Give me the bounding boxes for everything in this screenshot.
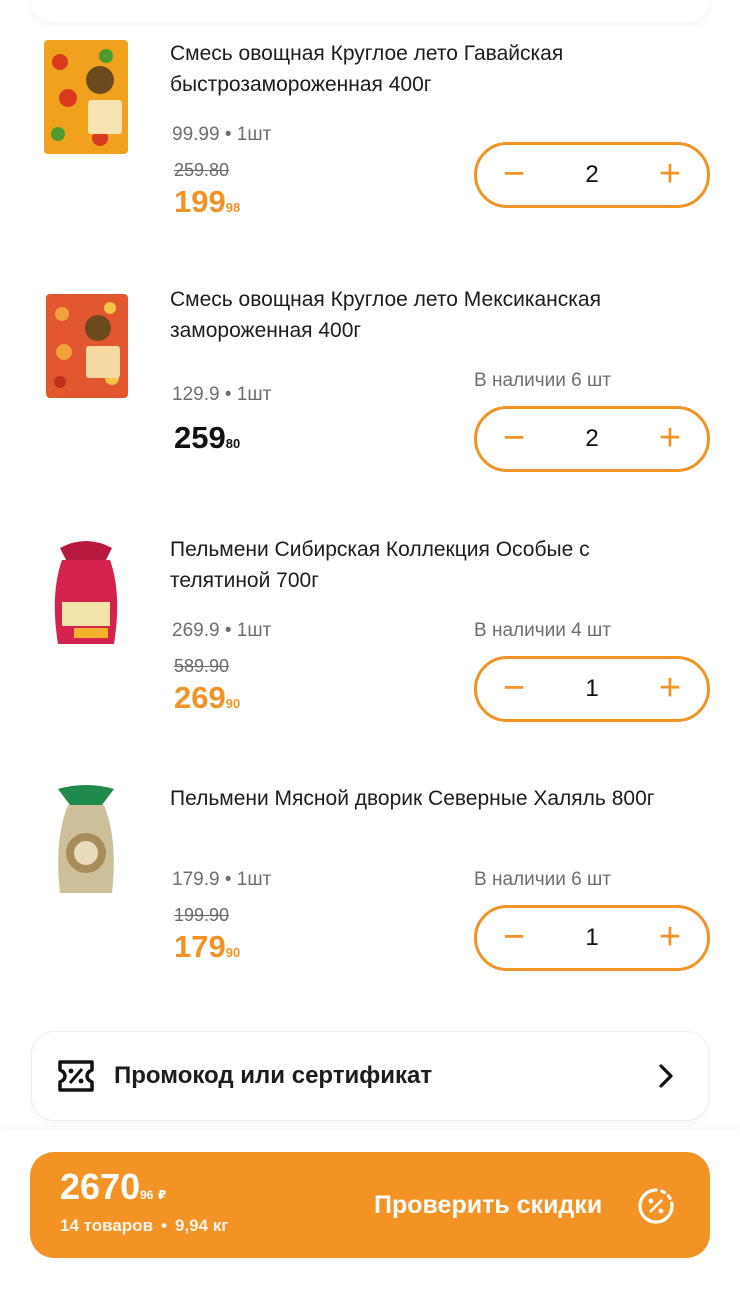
old-price: 259.80 [174,160,230,180]
unit-price: 179.9 • 1шт [172,869,272,890]
check-discounts-label: Проверить скидки [374,1191,603,1219]
decrease-quantity-button[interactable]: − [481,145,547,205]
cart-total: 267096 ₽ [60,1166,167,1207]
decrease-quantity-button[interactable]: − [481,659,547,719]
quantity-value: 1 [585,924,599,951]
product-image[interactable] [40,292,132,412]
quantity-value: 1 [585,675,599,702]
quantity-stepper: − 1 + [474,656,710,722]
promo-code-label: Промокод или сертификат [114,1062,433,1089]
product-title[interactable]: Смесь овощная Круглое лето Мексиканская … [170,284,690,346]
cart-summary: 14 товаров • 9,94 кг [60,1216,228,1236]
stock-status: В наличии 6 шт [474,370,611,391]
decrease-quantity-button[interactable]: − [481,908,547,968]
cart-item: Пельмени Мясной дворик Северные Халяль 8… [0,783,740,1023]
increase-quantity-button[interactable]: + [637,145,703,205]
increase-quantity-button[interactable]: + [637,908,703,968]
product-image[interactable] [40,534,132,654]
quantity-value: 2 [585,425,599,452]
coupon-icon [54,1054,98,1098]
promo-code-button[interactable]: Промокод или сертификат [32,1032,708,1120]
stock-status: В наличии 6 шт [474,869,611,890]
items-count: 14 товаров [60,1216,154,1235]
discount-percent-icon [636,1186,676,1226]
stock-status: В наличии 4 шт [474,620,611,641]
increase-quantity-button[interactable]: + [637,409,703,469]
separator: • [161,1216,167,1235]
unit-price: 99.99 • 1шт [172,124,272,145]
total-weight: 9,94 кг [174,1216,229,1235]
current-price: 19998 [174,184,241,219]
quantity-stepper: − 2 + [474,406,710,472]
top-bar [30,0,710,22]
product-image[interactable] [40,783,132,903]
old-price: 199.90 [174,905,230,925]
cart-item: Пельмени Сибирская Коллекция Особые с те… [0,534,740,774]
chevron-right-icon [652,1062,680,1090]
unit-price: 269.9 • 1шт [172,620,272,641]
increase-quantity-button[interactable]: + [637,659,703,719]
current-price: 25980 [174,420,241,455]
product-title[interactable]: Пельмени Мясной дворик Северные Халяль 8… [170,783,690,814]
check-discounts-button[interactable]: 267096 ₽ 14 товаров • 9,94 кг Проверить ск… [30,1152,710,1258]
product-title[interactable]: Смесь овощная Круглое лето Гавайская быс… [170,38,690,100]
cart-item: Смесь овощная Круглое лето Гавайская быс… [0,38,740,278]
decrease-quantity-button[interactable]: − [481,409,547,469]
quantity-stepper: − 1 + [474,905,710,971]
cart-item: Смесь овощная Круглое лето Мексиканская … [0,284,740,524]
quantity-value: 2 [585,161,599,188]
current-price: 17990 [174,929,241,964]
unit-price: 129.9 • 1шт [172,384,272,405]
product-image[interactable] [40,38,132,158]
product-title[interactable]: Пельмени Сибирская Коллекция Особые с те… [170,534,690,596]
current-price: 26990 [174,680,241,715]
quantity-stepper: − 2 + [474,142,710,208]
old-price: 589.90 [174,656,230,676]
